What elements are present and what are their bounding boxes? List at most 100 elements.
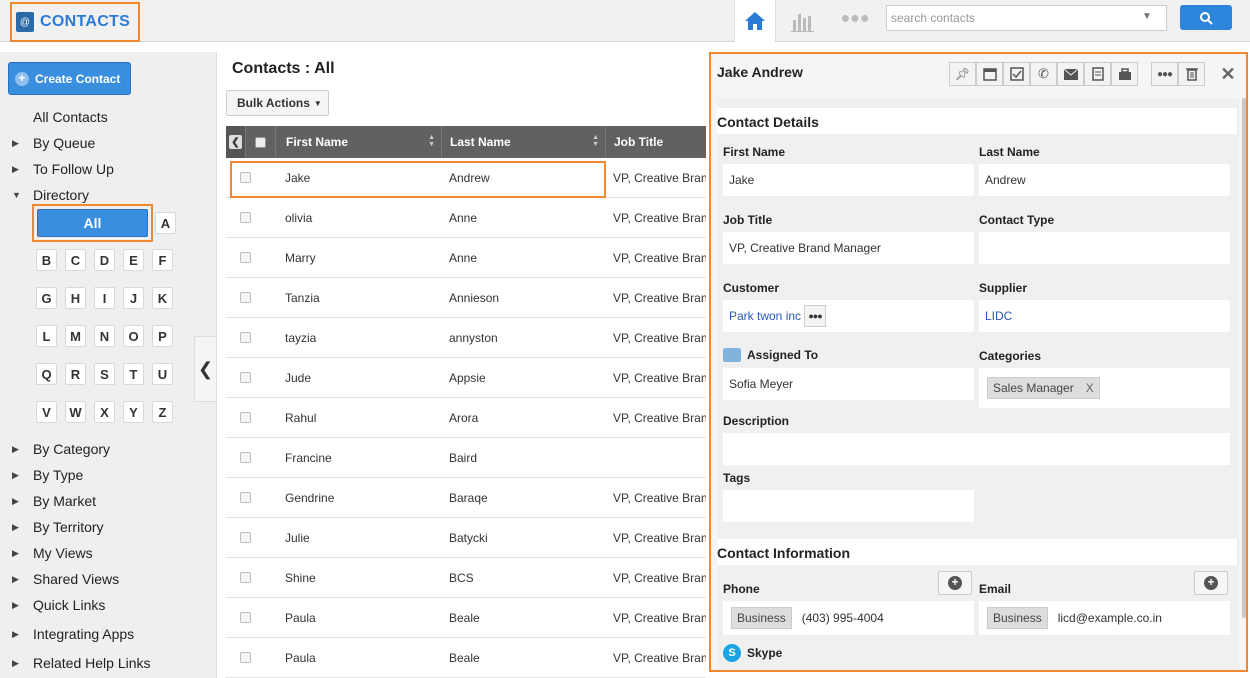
column-last-name[interactable]: Last Name ▲ ▼ [442,126,606,158]
directory-letter-b[interactable]: B [36,249,57,271]
directory-letter-p[interactable]: P [152,325,173,347]
row-checkbox[interactable] [240,372,251,383]
sidebar-item-my-views[interactable]: ▶ My Views [0,543,93,563]
column-job-title[interactable]: Job Title [606,126,706,158]
table-row[interactable]: Tanzia Annieson VP, Creative Brand Manager [226,278,706,318]
directory-letter-s[interactable]: S [94,363,115,385]
delete-button[interactable] [1178,62,1205,86]
row-checkbox[interactable] [240,412,251,423]
customer-more-button[interactable]: ●●● [804,305,827,327]
directory-letter-v[interactable]: V [36,401,57,423]
directory-letter-t[interactable]: T [123,363,144,385]
more-options-button[interactable]: ●●● [1151,62,1178,86]
row-checkbox[interactable] [240,252,251,263]
add-phone-button[interactable]: + [938,571,972,595]
sidebar-item-by-market[interactable]: ▶ By Market [0,491,96,511]
table-row[interactable]: Paula Beale VP, Creative Brand Manager [226,598,706,638]
row-checkbox[interactable] [240,332,251,343]
table-row[interactable]: Julie Batycki VP, Creative Brand Manager [226,518,706,558]
directory-letter-c[interactable]: C [65,249,86,271]
directory-letter-e[interactable]: E [123,249,144,271]
call-button[interactable]: ✆ [1030,62,1057,86]
table-row[interactable]: Shine BCS VP, Creative Brand Manager [226,558,706,598]
create-contact-button[interactable]: + Create Contact [8,62,131,95]
more-nav-icon[interactable]: ●●● [840,10,870,30]
row-checkbox[interactable] [240,532,251,543]
directory-letter-y[interactable]: Y [123,401,144,423]
table-row[interactable]: olivia Anne VP, Creative Brand Manager [226,198,706,238]
directory-letter-w[interactable]: W [65,401,86,423]
table-row[interactable]: Francine Baird [226,438,706,478]
calendar-button[interactable] [976,62,1003,86]
add-email-button[interactable]: + [1194,571,1228,595]
email-button[interactable] [1057,62,1084,86]
column-first-name[interactable]: First Name ▲ ▼ [276,126,442,158]
job-title-field[interactable]: VP, Creative Brand Manager [723,232,974,264]
supplier-link[interactable]: LIDC [985,309,1012,323]
directory-letter-a[interactable]: A [155,212,176,234]
email-field[interactable]: Business licd@example.co.in [979,601,1230,635]
directory-letter-u[interactable]: U [152,363,173,385]
directory-letter-o[interactable]: O [123,325,144,347]
directory-letter-r[interactable]: R [65,363,86,385]
phone-field[interactable]: Business (403) 995-4004 [723,601,974,635]
directory-all-button[interactable]: All [37,209,148,237]
row-checkbox[interactable] [240,572,251,583]
directory-letter-d[interactable]: D [94,249,115,271]
select-all-checkbox[interactable] [246,126,276,158]
directory-letter-h[interactable]: H [65,287,86,309]
home-nav-button[interactable] [734,0,776,42]
scroll-left-button[interactable]: ❮ [226,126,246,158]
search-dropdown-icon[interactable]: ▼ [1142,11,1152,22]
bulk-actions-button[interactable]: Bulk Actions ▼ [226,90,329,116]
sidebar-item-by-territory[interactable]: ▶ By Territory [0,517,104,537]
sidebar-item-all-contacts[interactable]: All Contacts [0,107,108,127]
table-row[interactable]: Jude Appsie VP, Creative Brand Manager [226,358,706,398]
directory-letter-q[interactable]: Q [36,363,57,385]
row-checkbox[interactable] [240,452,251,463]
row-checkbox[interactable] [240,612,251,623]
sidebar-item-by-category[interactable]: ▶ By Category [0,439,110,459]
last-name-field[interactable]: Andrew [979,164,1230,196]
table-row[interactable]: Marry Anne VP, Creative Brand Manager [226,238,706,278]
collapse-sidebar-button[interactable]: ❮ [194,336,217,402]
customer-link[interactable]: Park twon inc [729,309,801,323]
sidebar-item-to-follow-up[interactable]: ▶ To Follow Up [0,159,114,179]
description-field[interactable] [723,433,1230,465]
panel-scrollbar[interactable] [1242,98,1246,618]
search-button[interactable] [1180,5,1232,30]
table-row[interactable]: tayzia annyston VP, Creative Brand Manager [226,318,706,358]
app-logo[interactable]: @ CONTACTS [10,2,140,42]
row-checkbox[interactable] [240,292,251,303]
directory-letter-l[interactable]: L [36,325,57,347]
directory-letter-j[interactable]: J [123,287,144,309]
pin-button[interactable]: 📌︎ [949,62,976,86]
directory-letter-z[interactable]: Z [152,401,173,423]
assigned-to-field[interactable]: Sofia Meyer [723,368,974,400]
directory-letter-x[interactable]: X [94,401,115,423]
row-checkbox[interactable] [240,212,251,223]
directory-letter-f[interactable]: F [152,249,173,271]
contact-type-field[interactable] [979,232,1230,264]
document-button[interactable] [1084,62,1111,86]
table-row[interactable]: Rahul Arora VP, Creative Brand Manager [226,398,706,438]
first-name-field[interactable]: Jake [723,164,974,196]
sidebar-item-quick-links[interactable]: ▶ Quick Links [0,595,105,615]
table-row[interactable]: Gendrine Baraqe VP, Creative Brand Manager [226,478,706,518]
sidebar-item-by-queue[interactable]: ▶ By Queue [0,133,95,153]
row-checkbox[interactable] [240,652,251,663]
directory-letter-k[interactable]: K [152,287,173,309]
sidebar-item-shared-views[interactable]: ▶ Shared Views [0,569,119,589]
table-row[interactable]: Paula Beale VP, Creative Brand Manager [226,638,706,678]
remove-tag-button[interactable]: X [1086,381,1094,395]
directory-letter-i[interactable]: I [94,287,115,309]
directory-letter-g[interactable]: G [36,287,57,309]
row-checkbox[interactable] [240,492,251,503]
reports-nav-button[interactable] [790,8,816,34]
sidebar-item-related-help-links[interactable]: ▶ Related Help Links [0,653,151,673]
tags-field[interactable] [723,490,974,522]
sidebar-item-integrating-apps[interactable]: ▶ Integrating Apps [0,624,134,644]
directory-letter-m[interactable]: M [65,325,86,347]
sidebar-item-by-type[interactable]: ▶ By Type [0,465,83,485]
close-panel-button[interactable]: ✕ [1217,62,1239,86]
